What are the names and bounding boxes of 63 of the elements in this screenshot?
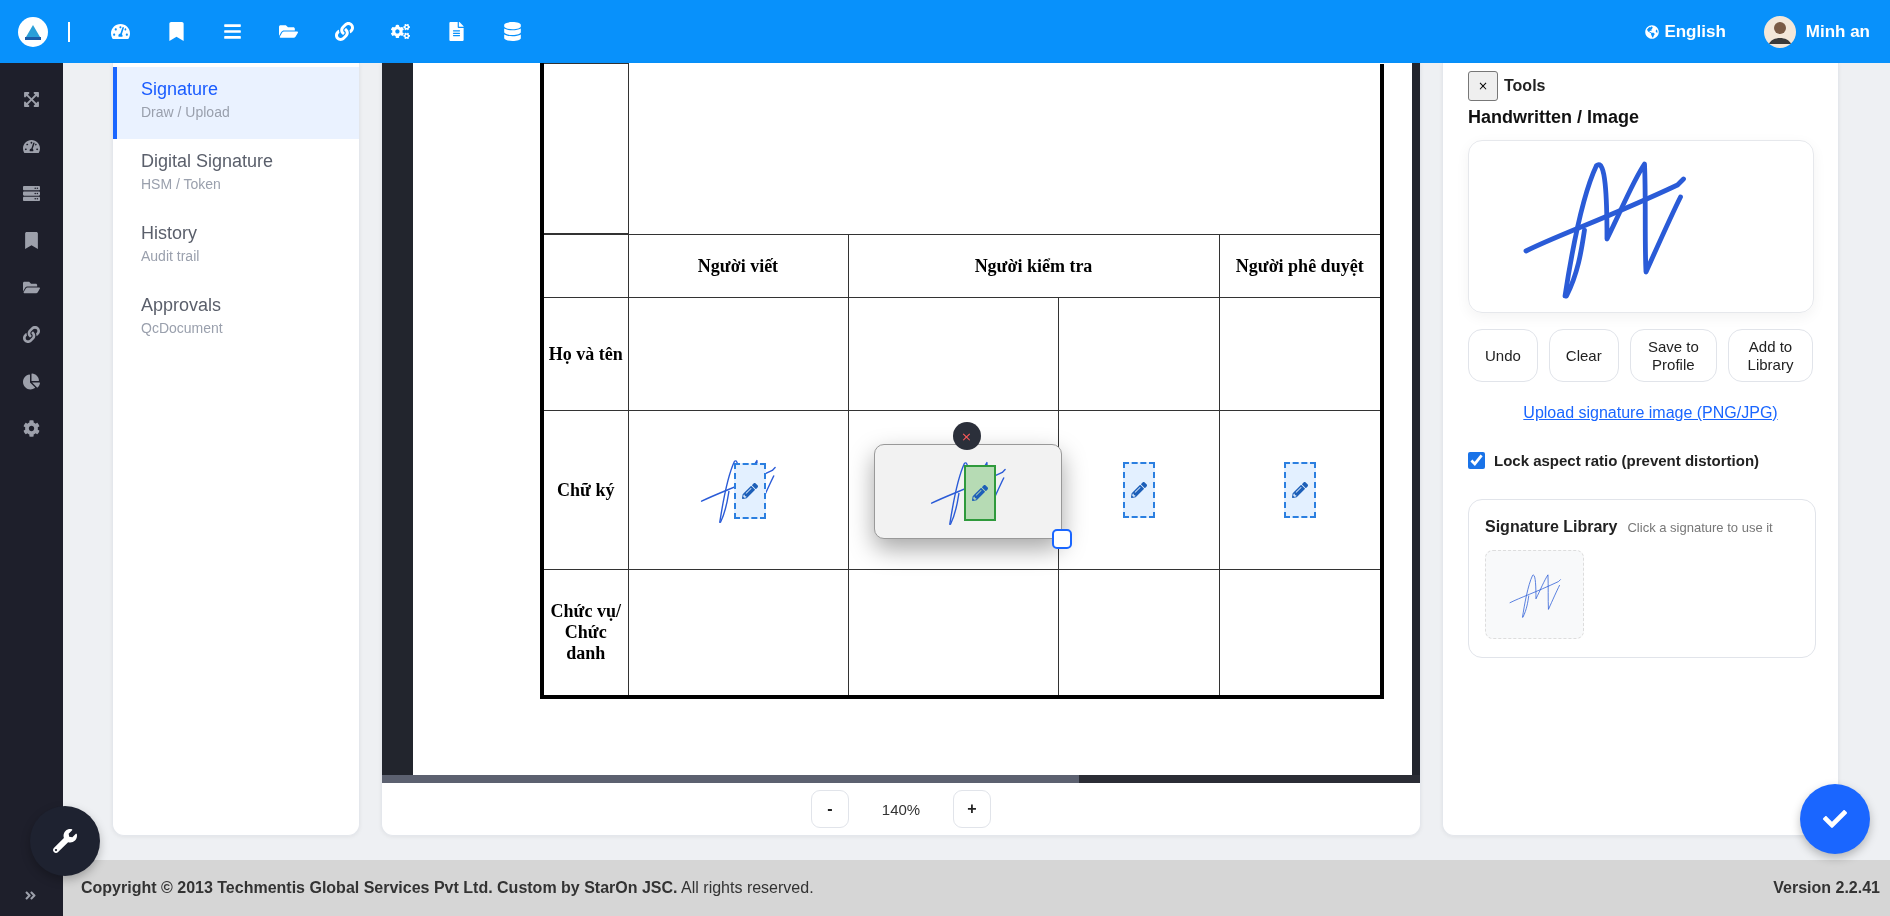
zoom-out-button[interactable]: - (811, 790, 849, 828)
close-button[interactable]: × (1468, 71, 1498, 101)
menu-item[interactable]: History Audit trail (113, 211, 359, 283)
zoom-level: 140% (880, 800, 922, 818)
tool-button[interactable]: Add to Library (1728, 329, 1813, 382)
column-header: Người phê duyệt (1235, 255, 1364, 277)
checkbox-label: Lock aspect ratio (prevent distortion) (1494, 452, 1760, 469)
tool-button[interactable]: Undo (1468, 329, 1538, 382)
avatar[interactable] (1763, 15, 1796, 48)
tool-button[interactable]: Clear (1548, 329, 1619, 382)
signature-placeholder[interactable] (1122, 462, 1155, 518)
bookmark-icon[interactable] (23, 232, 40, 249)
signature-placeholder[interactable] (963, 464, 996, 521)
wrench-icon (53, 829, 77, 853)
menu-item-title: Digital Signature (141, 151, 275, 172)
menu-item-subtitle: Draw / Upload (141, 104, 231, 120)
expand-icon[interactable] (23, 91, 40, 108)
menu-item-title: Signature (141, 79, 220, 100)
checkbox[interactable] (1468, 452, 1485, 469)
close-button[interactable]: × (952, 422, 981, 450)
settings-icon[interactable] (23, 420, 40, 437)
menu-item-subtitle: Audit trail (141, 248, 201, 264)
menu-item-subtitle: QcDocument (141, 320, 224, 336)
pie-chart-icon[interactable] (23, 373, 40, 390)
signature-placeholder[interactable] (734, 463, 766, 519)
library-hint: Click a signature to use it (1627, 520, 1773, 535)
signature-popup[interactable] (873, 444, 1062, 539)
expand-sidebar-icon[interactable] (24, 889, 37, 902)
check-icon (1823, 807, 1847, 831)
server-icon[interactable] (23, 185, 40, 202)
column-header: Người kiểm tra (974, 255, 1093, 277)
confirm-button[interactable] (1800, 784, 1870, 854)
logo-icon[interactable] (18, 16, 48, 47)
tools-title: Tools (1504, 77, 1546, 95)
menu-item-title: Approvals (141, 295, 223, 316)
upload-link[interactable]: Upload signature image (PNG/JPG) (1523, 404, 1778, 422)
menu-item[interactable]: Digital Signature HSM / Token (113, 139, 359, 211)
horizontal-scrollbar[interactable] (382, 775, 1420, 783)
menu-item-subtitle: HSM / Token (141, 176, 222, 192)
row-label: Chức vụ/ Chức danh (549, 600, 622, 664)
folder-icon[interactable] (23, 279, 40, 296)
resize-handle[interactable] (1051, 529, 1072, 549)
pencil-icon (971, 484, 988, 501)
library-title: Signature Library (1485, 518, 1618, 536)
dashboard-icon[interactable] (23, 138, 40, 155)
row-label: Họ và tên (548, 343, 623, 365)
column-header: Người viết (697, 255, 779, 277)
pencil-icon (1130, 482, 1147, 498)
tool-button[interactable]: Save to Profile (1629, 329, 1717, 382)
section-heading: Handwritten / Image (1468, 107, 1641, 128)
menu-item-title: History (141, 223, 198, 244)
menu-item[interactable]: Approvals QcDocument (113, 283, 359, 355)
globe-icon (1645, 24, 1660, 39)
signature-placeholder[interactable] (1283, 462, 1316, 518)
menu-item[interactable]: Signature Draw / Upload (113, 67, 359, 139)
pencil-icon (742, 483, 758, 499)
version-text: Version 2.2.41 (1773, 879, 1880, 897)
zoom-in-button[interactable]: + (953, 790, 991, 828)
row-label: Chữ ký (557, 479, 615, 501)
copyright-text: Copyright © 2013 Techmentis Global Services Pvt Ltd. Custom by StarOn JSC. All rights reserved. (81, 879, 814, 897)
drawing-canvas[interactable] (1468, 140, 1814, 313)
pencil-icon (1291, 482, 1308, 498)
link-icon[interactable] (23, 326, 40, 343)
